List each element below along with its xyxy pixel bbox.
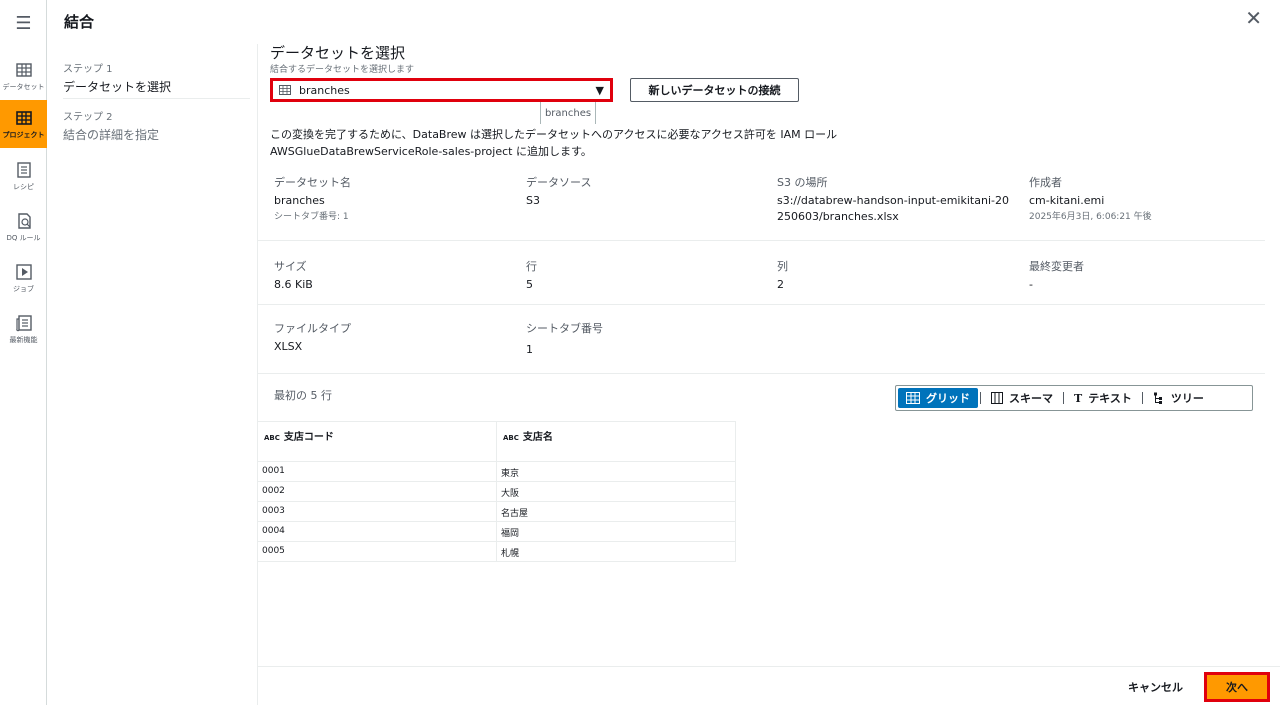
detail-dataset-name: データセット名 branches シートタブ番号: 1 [274,176,351,222]
project-grid-icon [15,110,32,125]
detail-s3-location: S3 の場所 s3://databrew-handson-input-emiki… [777,176,1009,223]
table-row: 0003 名古屋 [258,502,736,522]
connect-new-dataset-button[interactable]: 新しいデータセットの接続 [630,78,799,102]
section-title: データセットを選択 [270,44,406,62]
news-icon [15,314,32,331]
schema-columns-icon [991,392,1003,404]
details-row: ファイルタイプ XLSX シートタブ番号 1 [258,305,1265,374]
nav-item-datasets[interactable]: データセット [0,52,47,100]
dataset-tooltip: branches [540,102,596,124]
step-number: ステップ 1 [63,64,113,75]
wizard-footer: キャンセル 次へ [258,666,1280,705]
table-header-row: ABC 支店コード ABC 支店名 [258,422,736,462]
hamburger-menu-icon[interactable]: ☰ [0,8,47,38]
step-divider [63,98,250,99]
detail-file-type: ファイルタイプ XLSX [274,322,351,353]
step-label: 結合の詳細を指定 [63,128,160,142]
view-mode-toggle: グリッド スキーマ T テキスト ツリー [895,385,1253,411]
divider [980,392,981,404]
step-number: ステップ 2 [63,112,113,123]
caret-down-icon: ▼ [595,84,604,97]
preview-table: ABC 支店コード ABC 支店名 0001 東京 0002 大阪 0003 名古屋 00… [258,421,736,562]
nav-item-label: プロジェクト [2,130,45,139]
side-nav-rail: ☰ データセット プロジェクト レシピ DQ ルール ジョブ 最新機能 [0,0,47,705]
nav-item-jobs[interactable]: ジョブ [0,254,47,302]
job-play-icon [15,263,32,280]
column-header[interactable]: ABC 支店コード [258,422,497,461]
table-row: 0002 大阪 [258,482,736,502]
detail-last-modifier: 最終変更者 - [1029,260,1084,291]
next-button[interactable]: 次へ [1204,672,1270,702]
table-row: 0001 東京 [258,462,736,482]
view-grid-button[interactable]: グリッド [898,388,978,408]
table-row: 0005 札幌 [258,542,736,562]
step-1[interactable]: ステップ 1 データセットを選択 [63,60,250,95]
view-text-button[interactable]: T テキスト [1066,388,1140,408]
close-icon[interactable]: ✕ [1245,6,1262,30]
nav-item-label: レシピ [13,182,34,191]
detail-columns: 列 2 [777,260,788,291]
nav-item-label: ジョブ [13,284,34,293]
string-type-badge: ABC [503,434,519,442]
dq-rule-icon [17,212,31,229]
nav-item-dq-rules[interactable]: DQ ルール [0,203,47,251]
table-icon [15,62,32,77]
string-type-badge: ABC [264,434,280,442]
table-icon [279,85,291,95]
main-content: データセットを選択 結合するデータセットを選択します branches ▼ br… [258,44,1280,705]
recipe-list-icon [16,161,31,178]
table-row: 0004 福岡 [258,522,736,542]
preview-title: 最初の 5 行 [274,389,332,402]
dataset-select[interactable]: branches ▼ [270,78,613,102]
section-description: 結合するデータセットを選択します [270,65,415,75]
permission-notice: この変換を完了するために、DataBrew は選択したデータセットへのアクセスに… [270,126,970,160]
page-title: 結合 [64,13,95,31]
nav-item-projects[interactable]: プロジェクト [0,100,47,148]
nav-item-whats-new[interactable]: 最新機能 [0,305,47,353]
detail-rows: 行 5 [526,260,537,291]
detail-creator: 作成者 cm-kitani.emi 2025年6月3日, 6:06:21 午後 [1029,176,1152,222]
view-schema-button[interactable]: スキーマ [983,388,1061,408]
cancel-button[interactable]: キャンセル [1128,679,1183,695]
step-label: データセットを選択 [63,80,172,94]
permission-text-line-1: この変換を完了するために、DataBrew は選択したデータセットへのアクセスに… [270,128,838,141]
nav-item-recipes[interactable]: レシピ [0,152,47,200]
column-header[interactable]: ABC 支店名 [497,422,736,461]
divider [1141,392,1143,404]
permission-text-line-2: AWSGlueDataBrewServiceRole-sales-project… [270,145,592,158]
select-value: branches [299,83,350,97]
nav-item-label: データセット [2,82,45,91]
step-2[interactable]: ステップ 2 結合の詳細を指定 [63,108,250,143]
text-t-icon: T [1074,391,1083,405]
detail-sheet-tab: シートタブ番号 1 [526,322,603,356]
grid-icon [906,392,920,404]
detail-size: サイズ 8.6 KiB [274,260,313,291]
detail-data-source: データソース S3 [526,176,592,207]
details-row: サイズ 8.6 KiB 行 5 列 2 最終変更者 - [258,241,1265,305]
modal-header: 結合 ✕ [48,0,1280,44]
view-tree-button[interactable]: ツリー [1145,388,1212,408]
tree-icon [1153,392,1162,404]
details-row: データセット名 branches シートタブ番号: 1 データソース S3 S3… [258,164,1265,241]
nav-item-label: DQ ルール [6,233,41,242]
divider [1063,392,1064,404]
nav-item-label: 最新機能 [9,335,38,344]
wizard-steps: ステップ 1 データセットを選択 ステップ 2 結合の詳細を指定 [48,44,258,705]
